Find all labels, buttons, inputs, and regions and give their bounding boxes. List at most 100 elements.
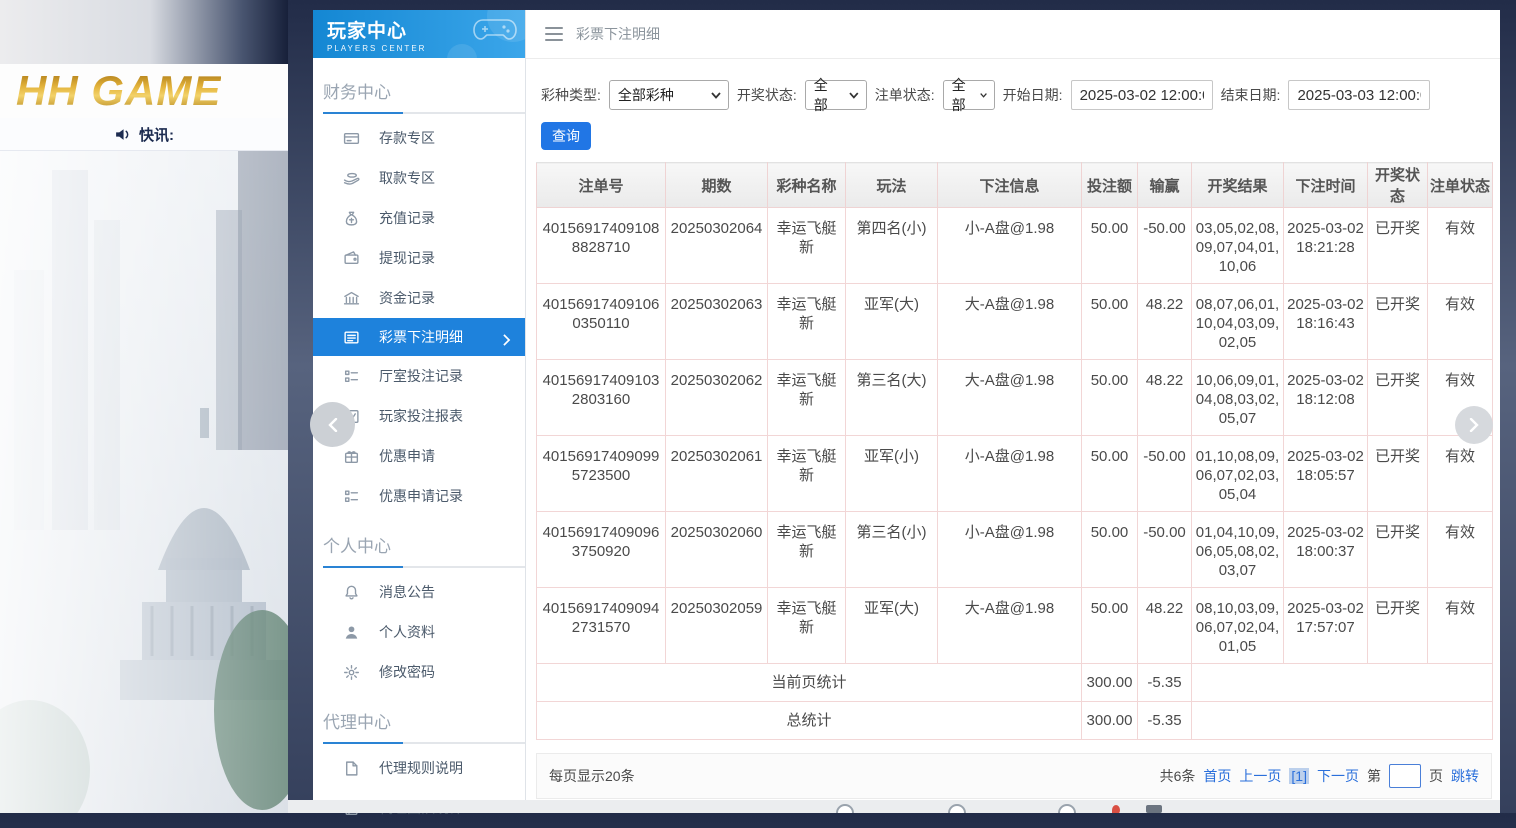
column-header: 彩种名称: [768, 163, 846, 208]
sidebar-item[interactable]: 个人资料: [313, 612, 525, 652]
sidebar-collapse-button[interactable]: [310, 402, 355, 447]
first-page-link[interactable]: 首页: [1203, 766, 1231, 786]
current-page-indicator: [1]: [1289, 768, 1309, 784]
sidebar-item[interactable]: 存款专区: [313, 118, 525, 158]
table-cell: 10,06,09,01,04,08,03,02,05,07: [1192, 360, 1284, 436]
table-row: 40156917409094273157020250302059幸运飞艇新亚军(…: [537, 588, 1493, 664]
sidebar-item[interactable]: 修改密码: [313, 652, 525, 692]
sidebar-item[interactable]: 优惠申请记录: [313, 476, 525, 516]
chevron-down-icon: [849, 90, 859, 100]
order-status-label: 注单状态:: [875, 85, 935, 105]
section-divider: [323, 742, 525, 744]
sidebar-item[interactable]: 消息公告: [313, 572, 525, 612]
table-cell: 50.00: [1082, 588, 1138, 664]
table-cell: 小-A盘@1.98: [938, 208, 1082, 284]
sidebar-item-label: 优惠申请: [379, 446, 435, 466]
jump-link[interactable]: 跳转: [1451, 766, 1479, 786]
table-cell: -50.00: [1138, 208, 1192, 284]
table-row: 40156917409106035011020250302063幸运飞艇新亚军(…: [537, 284, 1493, 360]
sidebar-item-label: 取款专区: [379, 168, 435, 188]
menu-toggle-icon[interactable]: [545, 27, 563, 41]
table-cell: 已开奖: [1368, 360, 1428, 436]
ticker-label: 快讯:: [139, 124, 174, 145]
column-header: 期数: [666, 163, 768, 208]
gear-icon: [343, 664, 360, 681]
sidebar-item[interactable]: 提现记录: [313, 238, 525, 278]
sidebar-item[interactable]: 资金记录: [313, 278, 525, 318]
table-row: 40156917409096375092020250302060幸运飞艇新第三名…: [537, 512, 1493, 588]
lottery-type-select[interactable]: 全部彩种: [609, 80, 729, 110]
start-date-input[interactable]: [1071, 80, 1213, 110]
sidebar-item-label: 代理规则说明: [379, 758, 463, 778]
bet-detail-icon: [343, 329, 360, 346]
jump-suffix: 页: [1429, 766, 1443, 786]
order-status-select[interactable]: 全部: [943, 80, 995, 110]
sidebar-item-label: 修改密码: [379, 662, 435, 682]
stats-win-loss: -5.35: [1138, 702, 1192, 740]
table-cell: 2025-03-02 18:16:43: [1284, 284, 1368, 360]
table-row: 40156917409103280316020250302062幸运飞艇新第三名…: [537, 360, 1493, 436]
table-cell: 幸运飞艇新: [768, 284, 846, 360]
table-cell: 已开奖: [1368, 284, 1428, 360]
hall-bet-record-icon: [343, 368, 360, 385]
sidebar-item[interactable]: 充值记录: [313, 198, 525, 238]
sidebar-item-label: 资金记录: [379, 288, 435, 308]
table-cell: 已开奖: [1368, 588, 1428, 664]
table-cell: 20250302062: [666, 360, 768, 436]
table-cell: 401569174091088828710: [537, 208, 666, 284]
end-date-input[interactable]: [1288, 80, 1430, 110]
sidebar-item-label: 存款专区: [379, 128, 435, 148]
stats-empty: [1192, 702, 1493, 740]
table-cell: 2025-03-02 18:05:57: [1284, 436, 1368, 512]
photo-top-band: [0, 0, 288, 64]
sidebar-item[interactable]: 厅室投注记录: [313, 356, 525, 396]
bell-icon: [343, 584, 360, 601]
table-cell: 有效: [1428, 512, 1493, 588]
user-icon: [343, 624, 360, 641]
page-jump-input[interactable]: [1389, 764, 1421, 788]
table-cell: 2025-03-02 18:21:28: [1284, 208, 1368, 284]
breadcrumb-bar: 彩票下注明细: [526, 10, 1500, 59]
stats-row: 总统计300.00-5.35: [537, 702, 1493, 740]
table-cell: -50.00: [1138, 512, 1192, 588]
stats-label: 当前页统计: [537, 664, 1082, 702]
left-background-photo: HH GAME 快讯:: [0, 0, 288, 813]
table-cell: 幸运飞艇新: [768, 512, 846, 588]
table-cell: 有效: [1428, 588, 1493, 664]
sidebar-item-label: 提现记录: [379, 248, 435, 268]
column-header: 输赢: [1138, 163, 1192, 208]
table-cell: 幸运飞艇新: [768, 436, 846, 512]
filter-bar: 彩种类型: 全部彩种 开奖状态: 全部 注单状态: 全部 开始日期: 结束日期:: [526, 59, 1500, 110]
panel-expand-button[interactable]: [1455, 406, 1493, 444]
order-status-value: 全部: [952, 75, 972, 115]
table-cell: 20250302060: [666, 512, 768, 588]
column-header: 下注信息: [938, 163, 1082, 208]
next-page-link[interactable]: 下一页: [1317, 766, 1359, 786]
sidebar-item-active[interactable]: 彩票下注明细: [313, 318, 525, 356]
search-button[interactable]: 查询: [541, 122, 591, 150]
sidebar-item-label: 消息公告: [379, 582, 435, 602]
table-cell: 幸运飞艇新: [768, 208, 846, 284]
stats-empty: [1192, 664, 1493, 702]
stats-bet-total: 300.00: [1082, 702, 1138, 740]
table-cell: 2025-03-02 18:12:08: [1284, 360, 1368, 436]
draw-status-select[interactable]: 全部: [805, 80, 867, 110]
table-cell: 50.00: [1082, 208, 1138, 284]
table-cell: 大-A盘@1.98: [938, 360, 1082, 436]
pager: 共6条 首页 上一页 [1] 下一页 第 页 跳转: [1160, 764, 1479, 788]
sidebar-item[interactable]: 代理规则说明: [313, 748, 525, 788]
sidebar-item[interactable]: 取款专区: [313, 158, 525, 198]
footer-location-icon: [1112, 805, 1120, 813]
deposit-icon: [343, 130, 360, 147]
draw-status-value: 全部: [814, 75, 841, 115]
table-cell: 2025-03-02 18:00:37: [1284, 512, 1368, 588]
table-cell: 401569174090995723500: [537, 436, 666, 512]
prev-page-link[interactable]: 上一页: [1239, 766, 1281, 786]
table-cell: 401569174090963750920: [537, 512, 666, 588]
sidebar-item-label: 彩票下注明细: [379, 327, 463, 347]
brand-logo: HH GAME: [16, 67, 221, 115]
table-cell: 50.00: [1082, 436, 1138, 512]
table-cell: 有效: [1428, 436, 1493, 512]
stats-label: 总统计: [537, 702, 1082, 740]
table-cell: 幸运飞艇新: [768, 360, 846, 436]
